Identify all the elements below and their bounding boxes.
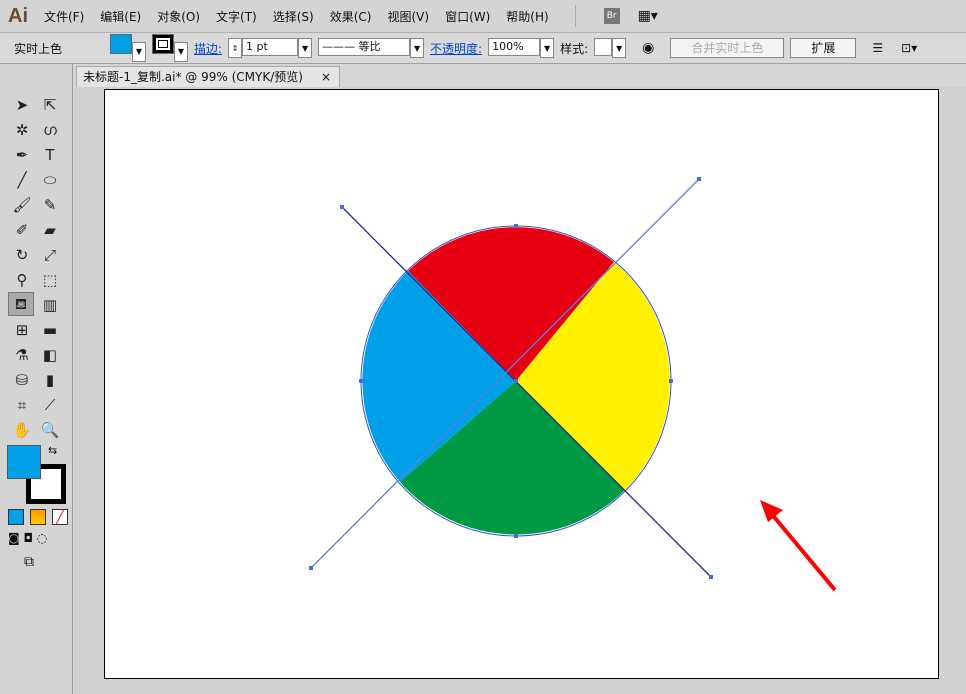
red-arrow: [760, 500, 837, 592]
artwork[interactable]: [0, 0, 966, 694]
